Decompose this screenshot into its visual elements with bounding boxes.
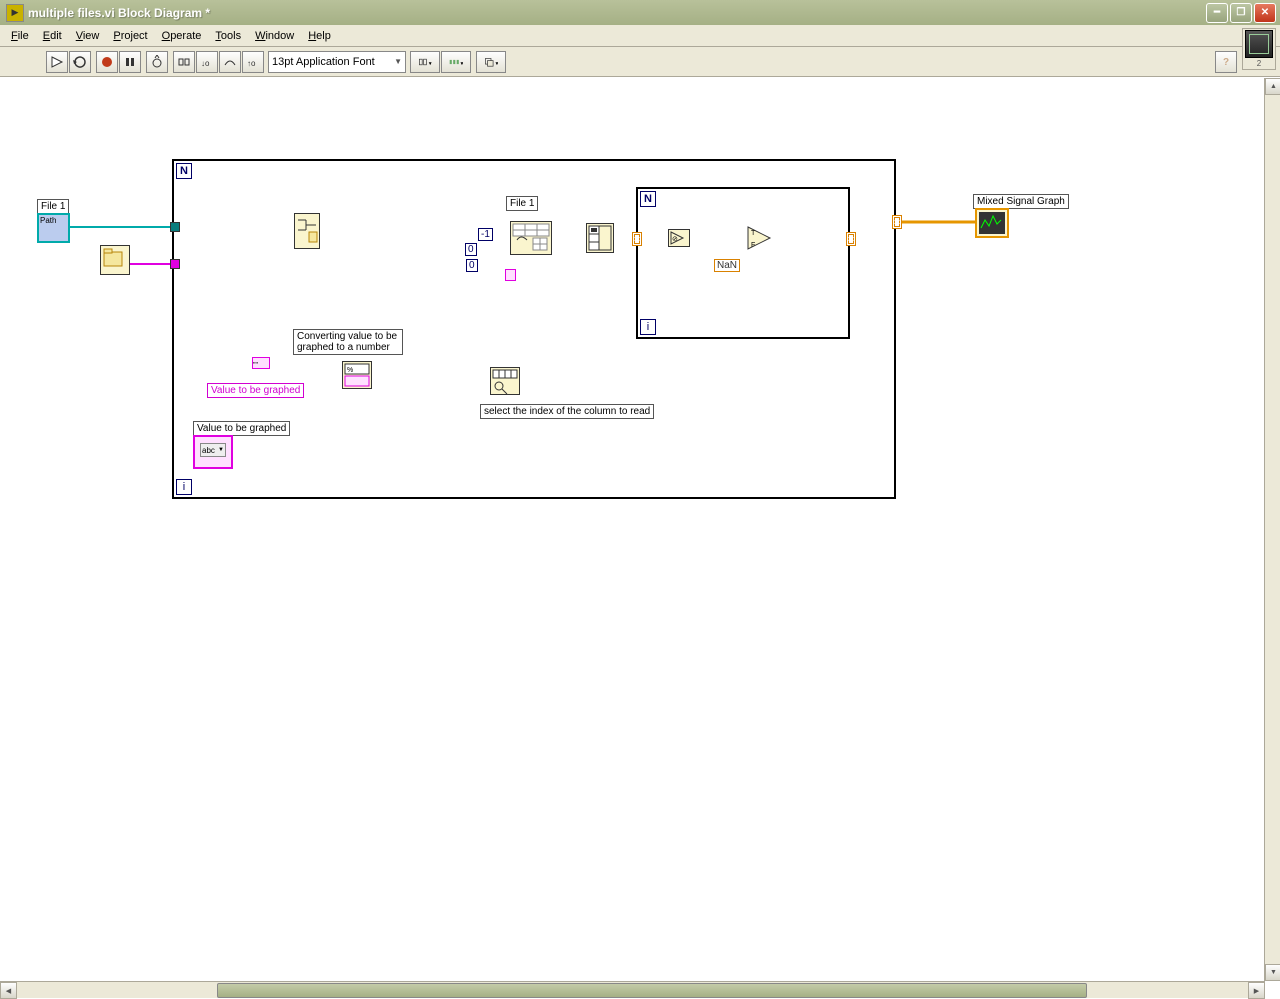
inner-i-terminal[interactable]: i (640, 319, 656, 335)
scroll-down-button[interactable]: ▼ (1265, 964, 1280, 981)
menu-help[interactable]: Help (301, 28, 338, 44)
inner-n-terminal[interactable]: N (640, 191, 656, 207)
search-1d-array-node[interactable] (490, 367, 520, 395)
const-zero-b[interactable]: 0 (466, 259, 478, 272)
distribute-button[interactable]: ▼ (441, 51, 471, 73)
format-string-const[interactable] (505, 269, 516, 281)
read-spreadsheet-node[interactable] (510, 221, 552, 255)
svg-text:T: T (751, 230, 756, 237)
minimize-button[interactable]: ━ (1206, 3, 1228, 23)
help-button[interactable]: ? (1215, 51, 1237, 73)
mixed-signal-graph-indicator[interactable] (975, 208, 1009, 238)
svg-text:↑o: ↑o (247, 59, 256, 68)
pause-button[interactable] (119, 51, 141, 73)
inner-for-loop[interactable]: N i (636, 187, 850, 339)
window-titlebar: ▶ multiple files.vi Block Diagram * ━ ❐ … (0, 0, 1280, 25)
menu-window[interactable]: Window (248, 28, 301, 44)
not-a-number-node[interactable]: ⊘ (668, 229, 690, 247)
scroll-up-button[interactable]: ▲ (1265, 78, 1280, 95)
dropdown-arrow-icon: ▼ (394, 57, 402, 66)
tunnel-result-out[interactable] (892, 215, 902, 229)
scroll-left-button[interactable]: ◀ (0, 982, 17, 999)
svg-text:%: % (347, 367, 353, 374)
menu-view[interactable]: View (69, 28, 107, 44)
labview-app-icon: ▶ (6, 4, 24, 22)
vi-icon (1245, 30, 1273, 58)
menu-project[interactable]: Project (106, 28, 154, 44)
file1-path-control[interactable]: Path (37, 213, 70, 243)
font-label: 13pt Application Font (272, 56, 375, 68)
menu-file[interactable]: File (4, 28, 36, 44)
svg-text:F: F (751, 242, 755, 249)
file1-local-label: File 1 (506, 196, 538, 211)
vertical-scrollbar[interactable]: ▲ ▼ (1264, 78, 1280, 981)
scroll-right-button[interactable]: ▶ (1248, 982, 1265, 999)
window-title: multiple files.vi Block Diagram * (28, 6, 1206, 20)
toolbar: ↓o ↑o 13pt Application Font ▼ ▼ ▼ ▼ ? (0, 47, 1280, 77)
build-path-node[interactable] (294, 213, 320, 249)
tunnel-path-in[interactable] (170, 222, 180, 232)
align-button[interactable]: ▼ (410, 51, 440, 73)
string-const-small[interactable]: "" (252, 357, 270, 369)
svg-text:⊘: ⊘ (672, 236, 678, 243)
value-graphed-control-label: Value to be graphed (193, 421, 290, 436)
svg-text:▼: ▼ (460, 61, 464, 66)
select-index-comment: select the index of the column to read (480, 404, 654, 419)
menu-tools[interactable]: Tools (208, 28, 248, 44)
convert-comment: Converting value to be graphed to a numb… (293, 329, 403, 355)
mixed-signal-graph-label: Mixed Signal Graph (973, 194, 1069, 209)
const-neg1[interactable]: -1 (478, 228, 493, 241)
retain-wire-button[interactable] (173, 51, 195, 73)
nan-constant[interactable]: NaN (714, 259, 740, 272)
inner-tunnel-in[interactable] (632, 232, 642, 246)
scan-from-string-node[interactable]: % (342, 361, 372, 389)
abort-button[interactable] (96, 51, 118, 73)
value-graphed-control[interactable]: abc▼ (193, 435, 233, 469)
index-array-node[interactable] (586, 223, 614, 253)
font-selector[interactable]: 13pt Application Font ▼ (268, 51, 406, 73)
menu-operate[interactable]: Operate (155, 28, 209, 44)
tunnel-names-in[interactable] (170, 259, 180, 269)
reorder-button[interactable]: ▼ (476, 51, 506, 73)
maximize-button[interactable]: ❐ (1230, 3, 1252, 23)
step-into-button[interactable]: ↓o (196, 51, 218, 73)
horizontal-scrollbar[interactable]: ◀ ▶ (0, 981, 1265, 998)
run-button[interactable] (46, 51, 68, 73)
menu-bar: File Edit View Project Operate Tools Win… (0, 25, 1280, 47)
inner-tunnel-out[interactable] (846, 232, 856, 246)
value-graphed-label: Value to be graphed (207, 383, 304, 398)
highlight-execution-button[interactable] (146, 51, 168, 73)
menu-edit[interactable]: Edit (36, 28, 69, 44)
svg-text:▼: ▼ (428, 61, 432, 66)
vi-icon-pane[interactable]: 2 (1242, 28, 1276, 70)
list-folder-node[interactable] (100, 245, 130, 275)
outer-i-terminal[interactable]: i (176, 479, 192, 495)
block-diagram-canvas[interactable]: File 1 Path N i File 1 -1 0 0 N i ⊘ (0, 77, 1200, 947)
svg-text:▼: ▼ (495, 61, 499, 66)
outer-n-terminal[interactable]: N (176, 163, 192, 179)
step-over-button[interactable] (219, 51, 241, 73)
file1-control-label: File 1 (37, 199, 69, 214)
select-node[interactable]: TF (746, 225, 772, 251)
step-out-button[interactable]: ↑o (242, 51, 264, 73)
run-continuous-button[interactable] (69, 51, 91, 73)
svg-text:↓o: ↓o (201, 59, 210, 68)
close-button[interactable]: ✕ (1254, 3, 1276, 23)
scroll-thumb-h[interactable] (217, 983, 1087, 998)
const-zero-a[interactable]: 0 (465, 243, 477, 256)
